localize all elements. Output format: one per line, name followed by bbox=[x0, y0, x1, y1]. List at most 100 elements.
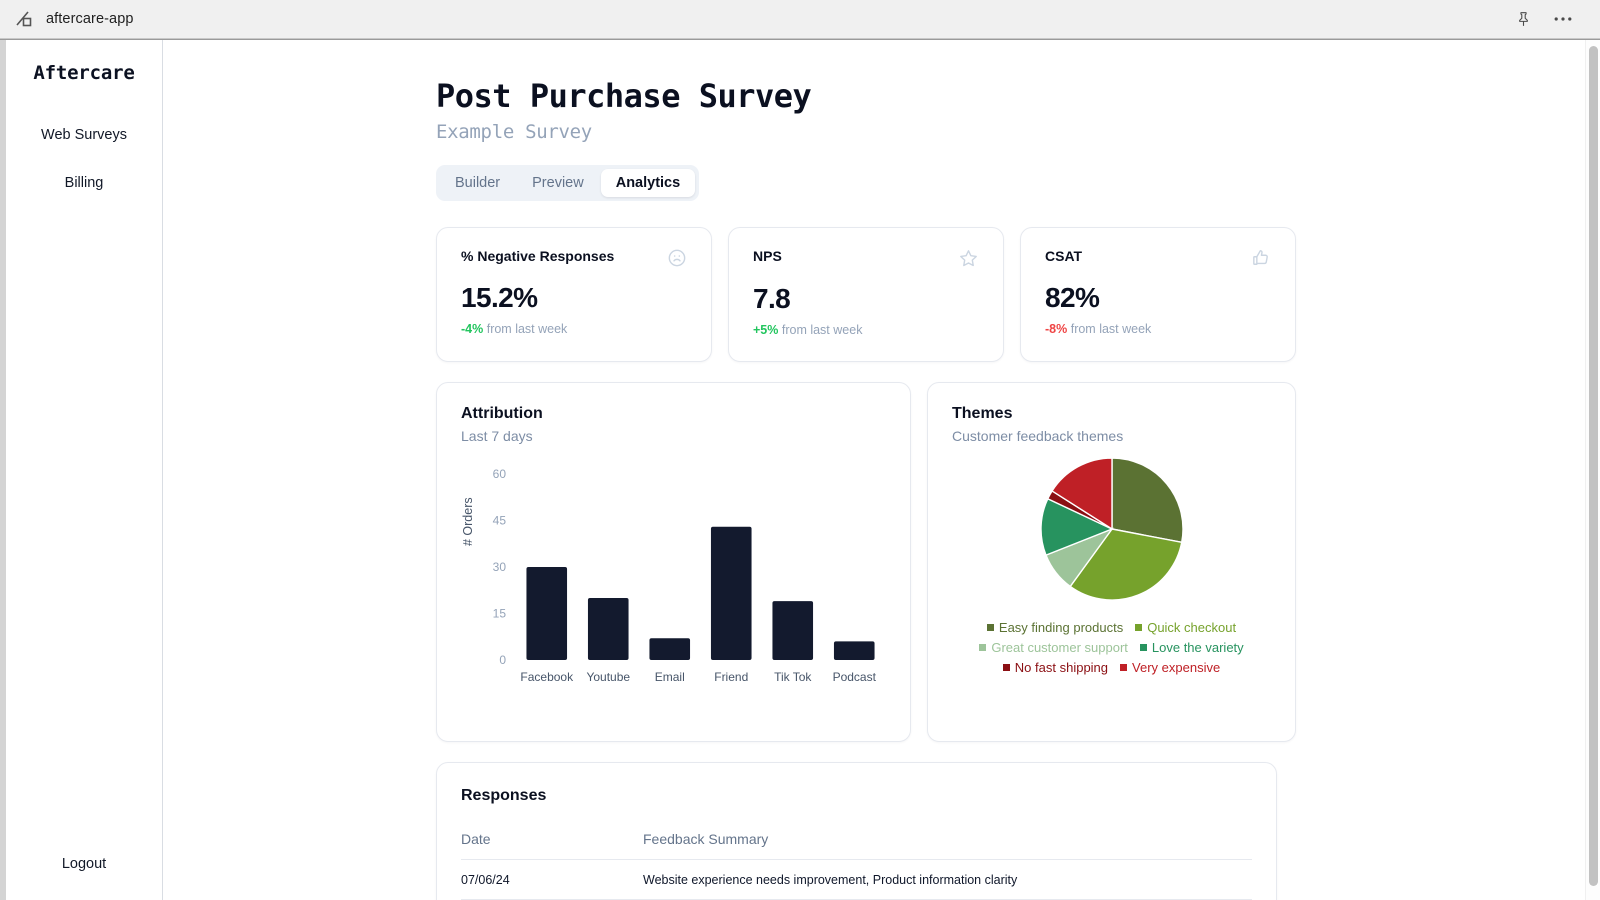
sidebar-item-web-surveys[interactable]: Web Surveys bbox=[6, 118, 162, 152]
charts-row: Attribution Last 7 days # Orders 0 15 30 45… bbox=[436, 381, 1296, 742]
legend-swatch bbox=[1120, 664, 1128, 672]
bar-chart-y-axis-title: # Orders bbox=[461, 497, 475, 546]
bar-chart-bar[interactable] bbox=[526, 566, 568, 660]
ellipsis-icon[interactable] bbox=[1554, 16, 1572, 22]
sidebar-item-label: Billing bbox=[64, 175, 104, 191]
kpi-delta-suffix: from last week bbox=[1070, 321, 1152, 336]
kpi-card-row: % Negative Responses 15.2% -4% from last… bbox=[436, 226, 1296, 362]
scrollbar-thumb[interactable] bbox=[1589, 46, 1598, 886]
bar-chart-bar[interactable] bbox=[833, 641, 875, 660]
app-logo-icon bbox=[14, 9, 34, 29]
legend-item[interactable]: Love the variety bbox=[1139, 638, 1244, 658]
bar-chart-x-label: Youtube bbox=[586, 670, 630, 684]
frown-face-icon bbox=[667, 248, 687, 273]
card-title: Attribution bbox=[461, 404, 543, 422]
logout-label: Logout bbox=[61, 856, 107, 872]
kpi-delta-suffix: from last week bbox=[781, 322, 863, 337]
sidebar: Aftercare Web Surveys Billing Logout bbox=[6, 40, 163, 900]
pie-chart-svg bbox=[1039, 457, 1184, 601]
main-content: Post Purchase Survey Example Survey Buil… bbox=[163, 40, 1600, 900]
legend-item[interactable]: Great customer support bbox=[979, 638, 1128, 658]
table-header-row: Date Feedback Summary bbox=[461, 830, 1252, 860]
kpi-delta: -8% bbox=[1045, 321, 1068, 336]
bar-chart-y-tick: 45 bbox=[493, 513, 507, 527]
tab-preview[interactable]: Preview bbox=[517, 169, 599, 197]
legend-label: Easy finding products bbox=[998, 619, 1124, 635]
kpi-card-nps: NPS 7.8 +5% from last week bbox=[728, 226, 1004, 362]
logout-button[interactable]: Logout bbox=[6, 856, 162, 872]
card-title: Themes bbox=[952, 404, 1013, 422]
bar-chart: # Orders 0 15 30 45 60 Facebook Youtube Email Fr… bbox=[461, 460, 886, 710]
kpi-label: CSAT bbox=[1045, 247, 1083, 264]
app-frame: Aftercare Web Surveys Billing Logout Pos… bbox=[0, 39, 1600, 900]
kpi-card-csat: CSAT 82% -8% from last week bbox=[1020, 226, 1296, 362]
legend-row: Great customer support Love the variety bbox=[962, 638, 1262, 658]
legend-swatch bbox=[986, 623, 994, 631]
legend-label: No fast shipping bbox=[1014, 660, 1109, 676]
pie-chart: Easy finding products Quick checkout Great… bbox=[952, 454, 1271, 678]
legend-item[interactable]: Very expensive bbox=[1120, 658, 1220, 678]
kpi-value: 15.2% bbox=[461, 281, 538, 313]
page-title: Post Purchase Survey bbox=[436, 77, 812, 115]
sidebar-item-billing[interactable]: Billing bbox=[6, 166, 162, 200]
kpi-delta-row: +5% from last week bbox=[753, 323, 979, 337]
tab-analytics[interactable]: Analytics bbox=[600, 168, 696, 197]
legend-swatch bbox=[1139, 643, 1147, 651]
bar-chart-svg: 0 15 30 45 60 Facebook Youtube Email Friend Tik T… bbox=[493, 467, 877, 684]
thumbs-up-icon bbox=[1251, 248, 1271, 273]
kpi-label: NPS bbox=[753, 247, 782, 264]
sidebar-item-label: Web Surveys bbox=[41, 127, 127, 143]
pie-slice[interactable] bbox=[1110, 457, 1184, 543]
cell-date: 07/06/24 bbox=[461, 859, 643, 900]
bar-chart-y-tick: 60 bbox=[493, 467, 507, 481]
kpi-value: 82% bbox=[1045, 281, 1100, 313]
bar-chart-x-label: Facebook bbox=[520, 670, 574, 684]
legend-label: Quick checkout bbox=[1147, 619, 1237, 635]
kpi-value: 7.8 bbox=[753, 282, 791, 314]
page-subtitle: Example Survey bbox=[436, 120, 592, 143]
column-header-feedback-summary[interactable]: Feedback Summary bbox=[643, 830, 1252, 860]
kpi-card-negative-responses: % Negative Responses 15.2% -4% from last… bbox=[436, 226, 712, 362]
pushpin-icon[interactable] bbox=[1515, 11, 1532, 28]
column-header-date[interactable]: Date bbox=[461, 830, 643, 860]
legend-label: Very expensive bbox=[1132, 660, 1221, 676]
themes-chart-card: Themes Customer feedback themes Easy fin… bbox=[927, 381, 1296, 742]
legend-row: No fast shipping Very expensive bbox=[962, 658, 1262, 678]
bar-chart-y-tick: 15 bbox=[493, 606, 507, 620]
kpi-delta: -4% bbox=[461, 321, 484, 336]
legend-row: Easy finding products Quick checkout bbox=[962, 618, 1262, 638]
attribution-chart-card: Attribution Last 7 days # Orders 0 15 30 45… bbox=[436, 381, 911, 742]
legend-label: Great customer support bbox=[991, 639, 1128, 655]
bar-chart-x-label: Email bbox=[655, 670, 685, 684]
window-titlebar: aftercare-app bbox=[0, 0, 1600, 39]
kpi-delta-suffix: from last week bbox=[486, 321, 568, 336]
bar-chart-bar[interactable] bbox=[772, 600, 814, 660]
legend-item[interactable]: Quick checkout bbox=[1135, 618, 1236, 638]
legend-swatch bbox=[979, 643, 987, 651]
bar-chart-x-label: Friend bbox=[714, 670, 748, 684]
vertical-scrollbar[interactable] bbox=[1585, 40, 1600, 900]
bar-chart-bar[interactable] bbox=[649, 638, 691, 660]
legend-item[interactable]: Easy finding products bbox=[986, 618, 1124, 638]
window-title: aftercare-app bbox=[46, 11, 134, 27]
table-row[interactable]: 07/06/24 Website experience needs improve… bbox=[461, 859, 1252, 900]
card-subtitle: Last 7 days bbox=[461, 427, 533, 444]
legend-item[interactable]: No fast shipping bbox=[1002, 658, 1109, 678]
bar-chart-x-label: Tik Tok bbox=[774, 670, 812, 684]
bar-chart-bar[interactable] bbox=[587, 597, 629, 660]
brand-logo: Aftercare bbox=[33, 62, 135, 84]
bar-chart-y-tick: 30 bbox=[493, 560, 507, 574]
legend-label: Love the variety bbox=[1151, 639, 1244, 655]
tab-builder[interactable]: Builder bbox=[440, 169, 515, 197]
star-icon bbox=[958, 248, 979, 274]
pie-chart-legend: Easy finding products Quick checkout Great… bbox=[962, 618, 1262, 678]
card-subtitle: Customer feedback themes bbox=[952, 427, 1124, 444]
cell-feedback-summary: Website experience needs improvement, Pr… bbox=[643, 859, 1252, 900]
kpi-label: % Negative Responses bbox=[461, 247, 615, 264]
bar-chart-x-label: Podcast bbox=[833, 670, 877, 684]
bar-chart-bar[interactable] bbox=[710, 526, 752, 660]
legend-swatch bbox=[1002, 664, 1010, 672]
kpi-delta: +5% bbox=[753, 322, 779, 337]
bar-chart-y-tick: 0 bbox=[499, 653, 506, 667]
responses-card: Responses Date Feedback Summary 07/06/24… bbox=[436, 761, 1277, 900]
